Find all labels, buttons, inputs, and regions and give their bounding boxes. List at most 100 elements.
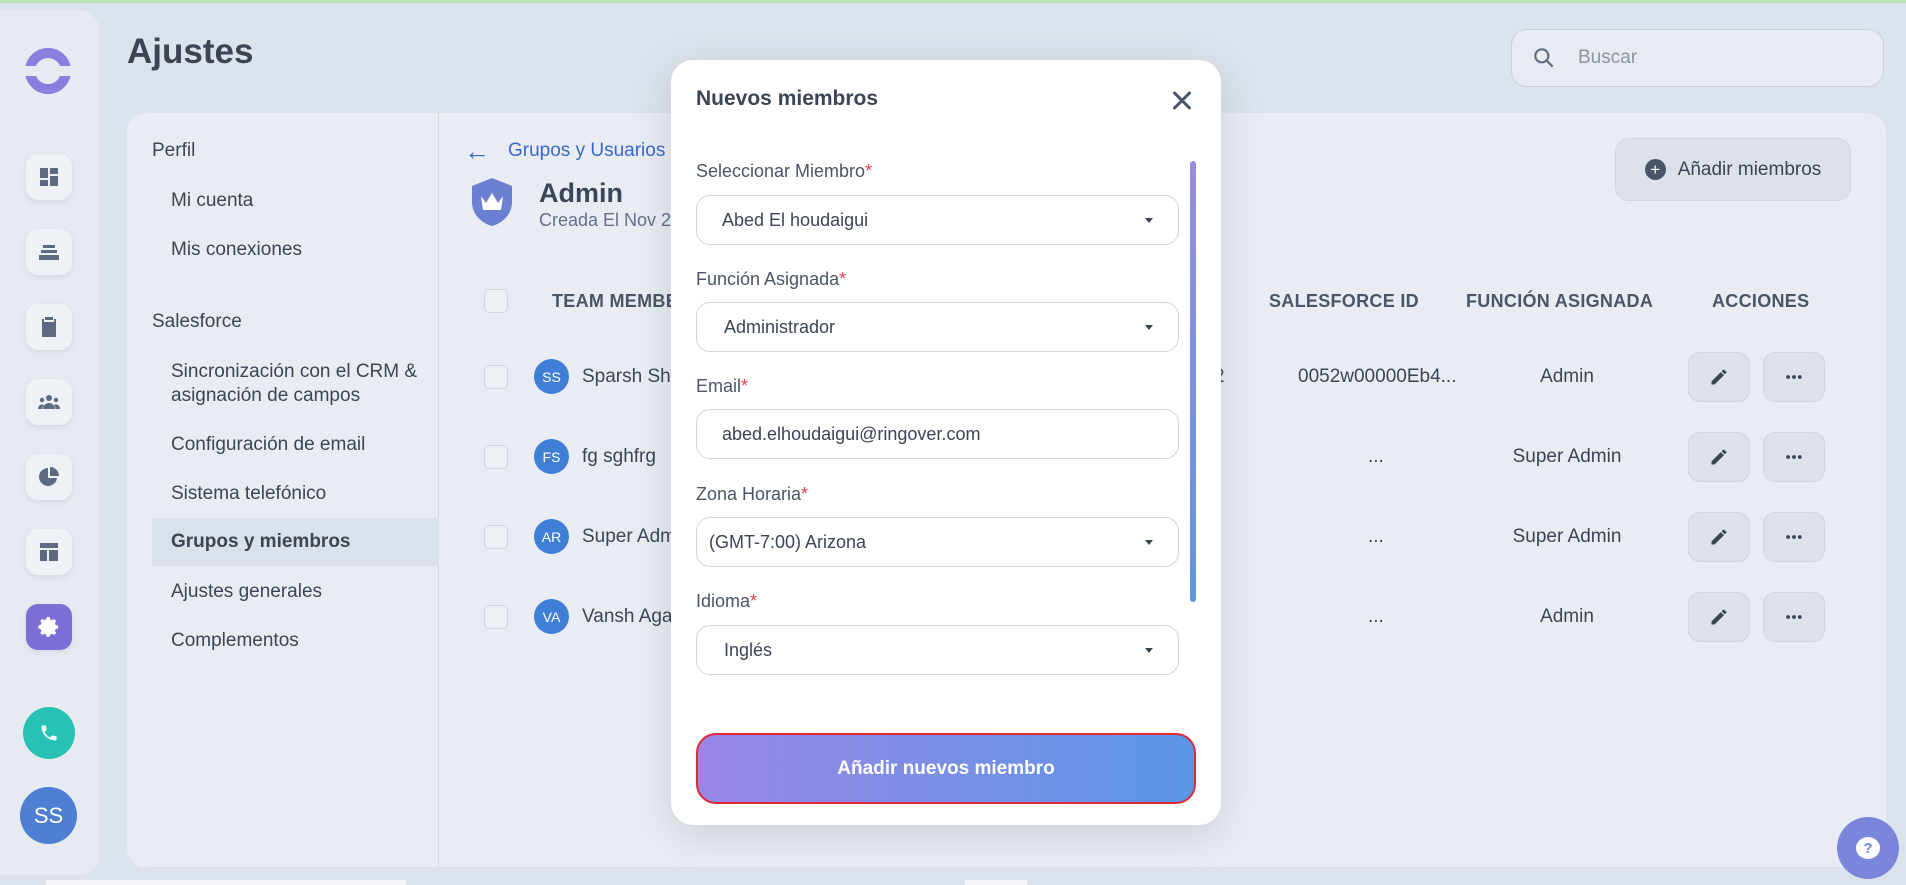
header-salesforce-id: SALESFORCE ID — [1269, 291, 1419, 311]
nav-item-addons[interactable]: Complementos — [171, 629, 431, 653]
phone-icon[interactable] — [23, 707, 75, 759]
nav-item-phone-system[interactable]: Sistema telefónico — [171, 482, 431, 506]
more-options-button[interactable] — [1763, 512, 1825, 562]
chevron-down-icon — [1145, 539, 1153, 545]
new-members-modal: Nuevos miembros Seleccionar Miembro* Abe… — [671, 60, 1221, 825]
more-horizontal-icon — [1786, 615, 1802, 619]
add-members-button[interactable]: + Añadir miembros — [1615, 138, 1851, 201]
bottom-strip — [46, 880, 406, 885]
language-label: Idioma* — [696, 591, 758, 611]
row-salesforce-id: ... — [1368, 606, 1384, 627]
nav-item-email-config[interactable]: Configuración de email — [171, 433, 431, 457]
help-chat-button[interactable]: ? — [1837, 817, 1899, 879]
edit-button[interactable] — [1688, 512, 1750, 562]
row-role: Super Admin — [1512, 446, 1622, 467]
page-title: Ajustes — [127, 32, 254, 71]
row-member-name: Super Adm — [582, 526, 676, 547]
search-bar[interactable] — [1511, 29, 1884, 87]
timezone-select[interactable]: (GMT-7:00) Arizona — [696, 517, 1179, 567]
row-member-name: Sparsh Sha — [582, 366, 682, 387]
avatar: FS — [534, 439, 569, 474]
user-avatar[interactable]: SS — [20, 787, 77, 844]
nav-section-salesforce: Salesforce — [152, 311, 242, 332]
row-role: Admin — [1540, 606, 1594, 627]
more-horizontal-icon — [1786, 535, 1802, 539]
header-team-member: TEAM MEMBE — [552, 291, 678, 311]
header-actions: ACCIONES — [1712, 291, 1810, 311]
close-icon[interactable] — [1167, 86, 1197, 116]
nav-item-groups-members[interactable]: Grupos y miembros — [152, 518, 439, 566]
header-role: FUNCIÓN ASIGNADA — [1466, 291, 1654, 311]
nav-item-crm-sync[interactable]: Sincronización con el CRM & asignación d… — [171, 360, 431, 408]
layout-icon[interactable] — [26, 529, 72, 575]
more-options-button[interactable] — [1763, 592, 1825, 642]
email-field[interactable]: abed.elhoudaigui@ringover.com — [696, 409, 1179, 459]
member-select[interactable]: Abed El houdaigui — [696, 195, 1179, 245]
role-label: Función Asignada* — [696, 269, 847, 289]
shield-crown-icon — [472, 178, 512, 226]
language-select[interactable]: Inglés — [696, 625, 1179, 675]
search-input[interactable] — [1578, 47, 1858, 69]
more-horizontal-icon — [1786, 455, 1802, 459]
row-salesforce-id: ... — [1368, 526, 1384, 547]
email-field-value: abed.elhoudaigui@ringover.com — [722, 423, 981, 444]
role-select[interactable]: Administrador — [696, 302, 1179, 352]
chevron-down-icon — [1145, 217, 1153, 223]
dashboard-icon[interactable] — [26, 154, 72, 200]
member-label: Seleccionar Miembro* — [696, 161, 873, 181]
edit-button[interactable] — [1688, 352, 1750, 402]
more-options-button[interactable] — [1763, 432, 1825, 482]
back-link[interactable]: ← Grupos y Usuarios — [464, 136, 666, 166]
back-link-label: Grupos y Usuarios — [508, 140, 666, 161]
top-accent-line — [0, 0, 1906, 3]
pencil-icon — [1711, 529, 1727, 545]
gear-icon[interactable] — [26, 604, 72, 650]
role-select-value: Administrador — [724, 316, 836, 337]
nav-item-my-account[interactable]: Mi cuenta — [171, 189, 431, 213]
pencil-icon — [1711, 449, 1727, 465]
group-created-date: Creada El Nov 25 — [539, 210, 682, 230]
row-checkbox[interactable] — [484, 445, 508, 469]
row-checkbox[interactable] — [484, 605, 508, 629]
modal-scrollbar[interactable] — [1190, 161, 1196, 602]
row-member-name: Vansh Agar — [582, 606, 679, 627]
edit-button[interactable] — [1688, 592, 1750, 642]
app-logo[interactable] — [23, 48, 73, 94]
avatar: SS — [534, 359, 569, 394]
chevron-down-icon — [1145, 647, 1153, 653]
row-member-name: fg sghfrg — [582, 446, 656, 467]
search-icon — [1534, 48, 1554, 68]
chevron-down-icon — [1145, 324, 1153, 330]
language-select-value: Inglés — [724, 639, 773, 660]
nav-item-my-connections[interactable]: Mis conexiones — [171, 238, 431, 262]
more-options-button[interactable] — [1763, 352, 1825, 402]
avatar: AR — [534, 519, 569, 554]
select-all-checkbox[interactable] — [484, 289, 508, 313]
more-horizontal-icon — [1786, 375, 1802, 379]
nav-item-general-settings[interactable]: Ajustes generales — [171, 580, 431, 604]
bottom-strip — [965, 880, 1027, 885]
add-members-label: Añadir miembros — [1677, 158, 1822, 180]
avatar: VA — [534, 599, 569, 634]
team-icon[interactable] — [26, 379, 72, 425]
row-checkbox[interactable] — [484, 525, 508, 549]
nav-divider — [438, 113, 439, 867]
row-checkbox[interactable] — [484, 365, 508, 389]
nav-section-profile: Perfil — [152, 140, 196, 161]
pencil-icon — [1711, 369, 1727, 385]
edit-button[interactable] — [1688, 432, 1750, 482]
help-chat-icon: ? — [1856, 837, 1880, 859]
add-new-members-button[interactable]: Añadir nuevos miembro — [696, 733, 1196, 804]
row-salesforce-id: 0052w00000Eb4... — [1298, 366, 1457, 387]
email-label: Email* — [696, 376, 749, 396]
clipboard-icon[interactable] — [26, 304, 72, 350]
row-salesforce-id: ... — [1368, 446, 1384, 467]
timezone-select-value: (GMT-7:00) Arizona — [709, 531, 867, 552]
plus-circle-icon: + — [1644, 159, 1666, 180]
pie-chart-icon[interactable] — [26, 454, 72, 500]
pencil-icon — [1711, 609, 1727, 625]
group-name: Admin — [539, 178, 623, 208]
stack-icon[interactable] — [26, 229, 72, 275]
row-role: Admin — [1540, 366, 1594, 387]
arrow-left-icon: ← — [464, 136, 490, 166]
